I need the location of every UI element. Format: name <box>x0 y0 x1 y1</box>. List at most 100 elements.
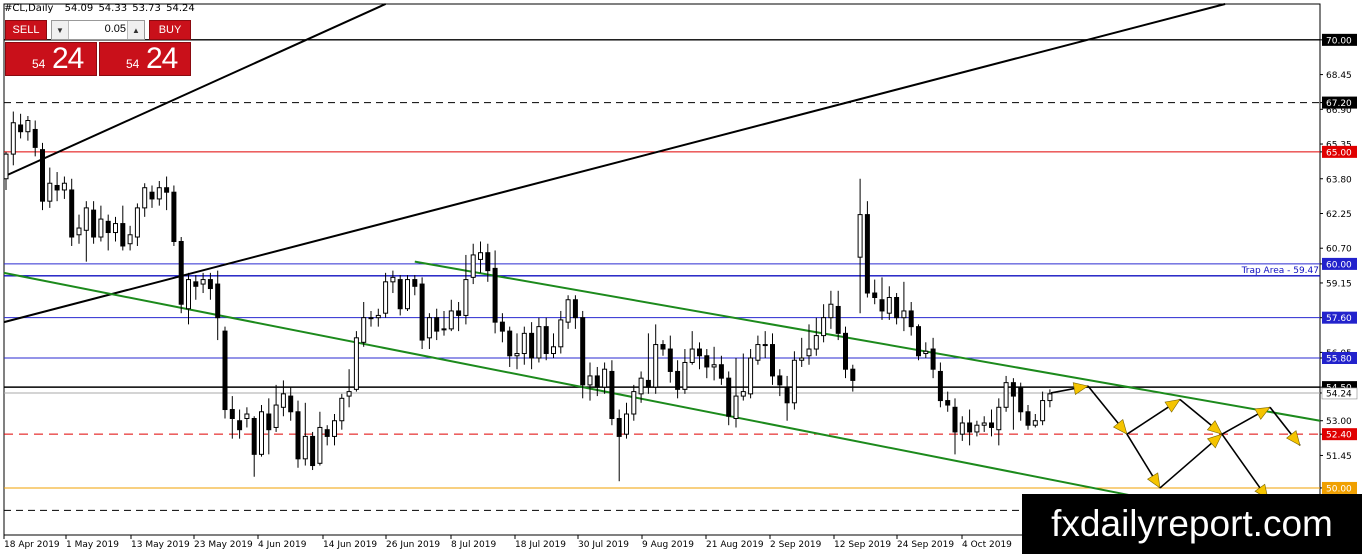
candle-body <box>91 209 97 238</box>
lot-size-stepper[interactable]: ▼ 0.05 ▲ <box>51 20 145 40</box>
candle-body <box>3 153 9 180</box>
candle-body <box>602 368 608 388</box>
candle-body <box>492 267 498 323</box>
candle-body <box>521 332 527 355</box>
candle-body <box>470 254 476 278</box>
candle-body <box>514 353 520 357</box>
candle-body <box>843 332 848 370</box>
y-tick-label: 55.80 <box>1326 355 1352 365</box>
candle-body <box>558 319 564 348</box>
candle-body <box>193 281 199 287</box>
close-value: 54.24 <box>166 3 195 14</box>
x-tick-label: 14 Jun 2019 <box>323 540 377 550</box>
chart-header: #CL,Daily 54.09 54.33 53.73 54.24 <box>4 3 195 14</box>
candle-body <box>361 317 367 343</box>
candle-body <box>456 310 462 316</box>
candle-body <box>448 310 454 330</box>
candle-body <box>178 240 184 305</box>
candle-body <box>609 370 615 419</box>
candle-body <box>748 357 754 395</box>
candle-body <box>697 348 702 357</box>
candle-body <box>1047 393 1053 402</box>
candle-body <box>83 207 89 231</box>
lot-size-value[interactable]: 0.05 <box>70 23 126 35</box>
x-tick-label: 1 May 2019 <box>66 540 119 550</box>
candle-body <box>806 348 812 357</box>
x-tick-label: 24 Sep 2019 <box>897 540 954 550</box>
candle-body <box>32 128 38 148</box>
candle-body <box>397 279 403 310</box>
y-tick-label: 54.24 <box>1326 389 1352 399</box>
candle-body <box>1010 382 1016 397</box>
y-tick-label: 66.90 <box>1326 106 1352 116</box>
candle-body <box>120 223 126 247</box>
candle-body <box>186 279 191 310</box>
candle-body <box>1018 386 1024 413</box>
candle-body <box>237 420 243 431</box>
candle-body <box>310 435 316 467</box>
forecast-arrowhead <box>1112 419 1128 435</box>
sell-button[interactable]: SELL <box>5 20 47 40</box>
sell-price-display[interactable]: 54 24 <box>5 42 97 76</box>
candle-body <box>894 297 900 319</box>
candle-body <box>478 252 483 260</box>
candle-body <box>426 317 432 339</box>
candle-body <box>463 279 469 316</box>
candle-body <box>594 375 600 388</box>
candle-body <box>259 411 264 455</box>
candle-body <box>317 426 323 464</box>
lot-decrease-icon[interactable]: ▼ <box>52 21 69 39</box>
candle-body <box>485 252 491 272</box>
candle-body <box>18 124 24 133</box>
one-click-trade-panel: SELL ▼ 0.05 ▲ BUY 54 24 54 24 <box>5 20 191 76</box>
candle-body <box>967 422 973 433</box>
forecast-arrowhead <box>1254 406 1271 420</box>
candle-body <box>784 386 790 404</box>
candle-body <box>981 422 987 426</box>
candle-body <box>1025 411 1031 426</box>
candle-body <box>280 393 286 408</box>
candle-body <box>244 413 250 419</box>
candle-body <box>215 283 221 319</box>
candle-body <box>288 395 294 413</box>
candle-body <box>390 276 396 283</box>
candle-body <box>821 317 827 337</box>
x-tick-label: 26 Jun 2019 <box>386 540 440 550</box>
candle-body <box>105 220 111 234</box>
candle-body <box>850 368 856 381</box>
candle-body <box>974 424 980 433</box>
x-tick-label: 23 May 2019 <box>194 540 253 550</box>
candle-body <box>704 355 710 368</box>
buy-price-display[interactable]: 54 24 <box>99 42 191 76</box>
candle-body <box>631 391 637 415</box>
low-value: 53.73 <box>132 3 161 14</box>
forecast-arrowhead <box>1164 399 1181 413</box>
candle-body <box>441 328 447 331</box>
candle-body <box>339 397 345 422</box>
candle-body <box>828 303 834 319</box>
candle-body <box>295 411 301 460</box>
candle-body <box>156 187 162 200</box>
buy-button[interactable]: BUY <box>149 20 191 40</box>
candle-body <box>551 346 556 355</box>
candle-body <box>113 223 118 234</box>
candle-body <box>886 297 892 314</box>
lot-increase-icon[interactable]: ▲ <box>127 21 144 39</box>
y-tick-label: 57.60 <box>1326 314 1352 324</box>
candle-body <box>791 359 797 404</box>
candle-body <box>434 317 440 332</box>
x-tick-label: 30 Jul 2019 <box>578 540 629 550</box>
candle-body <box>916 326 921 357</box>
candle-body <box>565 299 571 323</box>
candle-body <box>959 422 965 435</box>
candle-body <box>302 435 308 460</box>
candle-body <box>616 417 622 437</box>
candle-body <box>777 375 783 386</box>
candle-body <box>543 326 549 355</box>
candle-body <box>499 321 505 332</box>
candle-body <box>923 350 929 355</box>
candle-body <box>47 182 53 202</box>
candle-body <box>383 281 389 314</box>
candle-body <box>54 184 60 191</box>
candle-body <box>740 391 746 397</box>
